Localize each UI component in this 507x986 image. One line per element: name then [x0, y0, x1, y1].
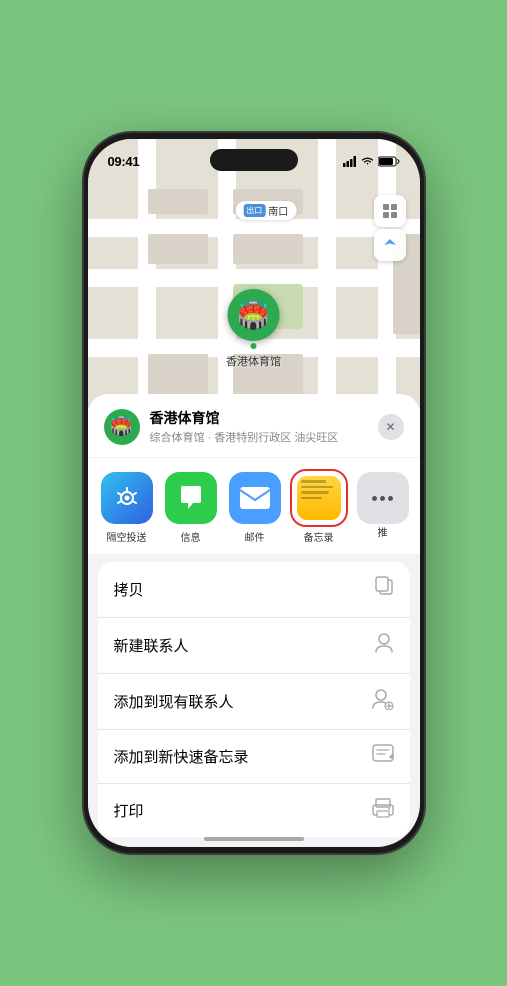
close-button[interactable]: ✕: [378, 414, 404, 440]
copy-symbol: [374, 576, 394, 598]
pin-icon: 🏟️: [228, 289, 280, 341]
map-label-badge: 出口: [243, 204, 265, 217]
pin-dot: [251, 343, 257, 349]
add-contact-icon: [372, 688, 394, 715]
location-header: 🏟️ 香港体育馆 综合体育馆 · 香港特别行政区 油尖旺区 ✕: [88, 394, 420, 457]
share-messages[interactable]: 信息: [162, 472, 220, 544]
battery-icon: [378, 156, 400, 167]
share-sheet: 🏟️ 香港体育馆 综合体育馆 · 香港特别行政区 油尖旺区 ✕: [88, 394, 420, 847]
mail-symbol: [239, 486, 271, 510]
action-copy[interactable]: 拷贝: [98, 562, 410, 618]
phone-frame: 09:41: [84, 133, 424, 853]
print-symbol: [372, 798, 394, 818]
status-icons: [343, 156, 400, 167]
home-indicator: [204, 837, 304, 841]
dynamic-island: [210, 149, 298, 171]
action-list: 拷贝 新建联系人: [98, 562, 410, 837]
map-type-button[interactable]: [374, 195, 406, 227]
messages-icon: [165, 472, 217, 524]
new-contact-icon: [374, 632, 394, 659]
action-quick-note-label: 添加到新快速备忘录: [114, 746, 249, 767]
more-dots: [372, 496, 393, 501]
action-new-contact[interactable]: 新建联系人: [98, 618, 410, 674]
share-notes[interactable]: 备忘录: [290, 472, 348, 544]
action-add-existing-contact[interactable]: 添加到现有联系人: [98, 674, 410, 730]
share-airdrop[interactable]: 隔空投送: [98, 472, 156, 544]
phone-screen: 09:41: [88, 139, 420, 847]
map-label-text: 南口: [268, 203, 288, 218]
airdrop-label: 隔空投送: [107, 529, 147, 544]
action-print[interactable]: 打印: [98, 784, 410, 837]
more-label: 推: [378, 524, 388, 539]
venue-pin: 🏟️ 香港体育馆: [226, 289, 281, 369]
messages-symbol: [176, 483, 206, 513]
notes-line-2: [301, 486, 333, 489]
signal-icon: [343, 156, 357, 167]
more-icon: [357, 472, 409, 524]
print-icon: [372, 798, 394, 823]
location-avatar: 🏟️: [104, 409, 140, 445]
notes-inner-icon: [297, 476, 341, 520]
map-type-icon: [382, 203, 398, 219]
mail-label: 邮件: [245, 529, 265, 544]
quick-note-icon: [372, 744, 394, 769]
location-button[interactable]: [374, 229, 406, 261]
wifi-icon: [361, 156, 374, 167]
airdrop-icon: [101, 472, 153, 524]
new-contact-symbol: [374, 632, 394, 654]
venue-label: 香港体育馆: [226, 353, 281, 369]
notes-label: 备忘录: [304, 529, 334, 544]
location-info: 香港体育馆 综合体育馆 · 香港特别行政区 油尖旺区: [150, 408, 378, 445]
action-copy-label: 拷贝: [114, 579, 144, 600]
map-controls: [374, 195, 406, 261]
share-more[interactable]: 推: [354, 472, 412, 544]
notes-icon: [293, 472, 345, 524]
share-mail[interactable]: 邮件: [226, 472, 284, 544]
action-new-contact-label: 新建联系人: [114, 635, 189, 656]
messages-label: 信息: [181, 529, 201, 544]
notes-line-1: [301, 480, 326, 483]
add-contact-symbol: [372, 688, 394, 710]
action-print-label: 打印: [114, 800, 144, 821]
notes-line-3: [301, 491, 330, 494]
map-label: 出口 南口: [235, 201, 296, 220]
action-add-existing-label: 添加到现有联系人: [114, 691, 234, 712]
action-quick-note[interactable]: 添加到新快速备忘录: [98, 730, 410, 784]
airdrop-symbol: [113, 484, 141, 512]
copy-icon: [374, 576, 394, 603]
location-name: 香港体育馆: [150, 408, 378, 428]
quick-note-symbol: [372, 744, 394, 764]
location-description: 综合体育馆 · 香港特别行政区 油尖旺区: [150, 429, 378, 445]
app-icons-row: 隔空投送 信息: [88, 458, 420, 554]
mail-icon: [229, 472, 281, 524]
status-time: 09:41: [108, 154, 140, 169]
location-arrow-icon: [383, 238, 397, 252]
notes-line-4: [301, 497, 323, 500]
